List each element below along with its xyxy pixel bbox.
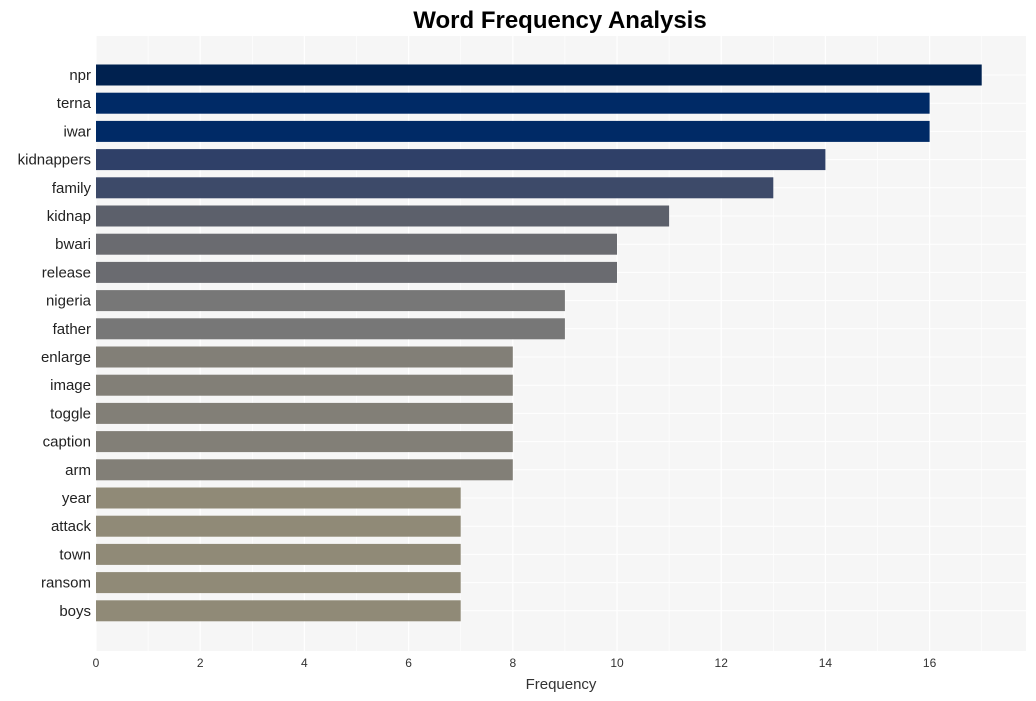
x-tick-label: 14 [819,656,833,670]
category-label-iwar: iwar [63,123,91,140]
chart-title: Word Frequency Analysis [413,7,706,34]
bar-iwar [96,120,930,142]
bar-terna [96,92,930,114]
category-label-caption: caption [43,434,91,451]
bar-release [96,261,618,283]
category-label-attack: attack [51,518,92,535]
bar-npr [96,64,982,86]
x-tick-label: 6 [405,656,412,670]
x-tick-label: 12 [715,656,729,670]
x-tick-label: 8 [509,656,516,670]
category-label-ransom: ransom [41,575,91,592]
category-label-town: town [59,546,91,563]
category-label-npr: npr [69,67,91,84]
bar-boys [96,600,461,622]
category-label-arm: arm [65,462,91,479]
bar-ransom [96,572,461,594]
bar-image [96,374,513,396]
category-label-enlarge: enlarge [41,349,91,366]
category-label-release: release [42,264,91,281]
category-labels: npr terna iwar kidnappers family kidnap bwari r… [18,67,92,620]
x-tick-labels: 0 2 4 6 8 10 12 14 16 [93,656,937,670]
x-tick-label: 2 [197,656,204,670]
bar-father [96,318,565,340]
bar-year [96,487,461,509]
bar-enlarge [96,346,513,368]
bar-bwari [96,233,618,255]
bar-family [96,177,774,199]
category-label-kidnappers: kidnappers [18,152,91,169]
category-label-family: family [52,180,92,197]
bar-nigeria [96,290,565,312]
category-label-terna: terna [57,95,92,112]
x-tick-label: 16 [923,656,937,670]
bar-caption [96,431,513,453]
bar-town [96,543,461,565]
category-label-kidnap: kidnap [47,208,91,225]
x-tick-label: 0 [93,656,100,670]
category-label-nigeria: nigeria [46,293,92,310]
bar-attack [96,515,461,537]
x-axis-title: Frequency [526,676,597,693]
category-label-year: year [62,490,91,507]
bar-kidnappers [96,149,826,171]
category-label-father: father [53,321,91,338]
bar-chart: Word Frequency Analysis npr terna iwar kidn… [18,7,1026,693]
x-tick-label: 4 [301,656,308,670]
category-label-image: image [50,377,91,394]
category-label-boys: boys [59,603,91,620]
x-tick-label: 10 [610,656,624,670]
bar-toggle [96,402,513,424]
bar-kidnap [96,205,670,227]
category-label-bwari: bwari [55,236,91,253]
category-label-toggle: toggle [50,405,91,422]
bar-arm [96,459,513,481]
